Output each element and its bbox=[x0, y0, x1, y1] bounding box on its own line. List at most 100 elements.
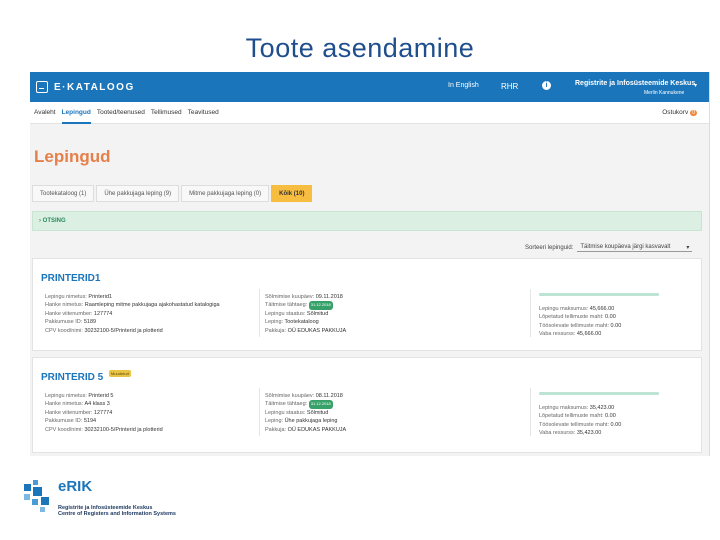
sort-row: Sorteeri lepinguid: Täitmise koupäeva jä… bbox=[525, 244, 693, 252]
tab-uhe-pakkujaga[interactable]: Ühe pakkujaga leping (9) bbox=[96, 185, 180, 202]
field-label: Lepingu maksumus: bbox=[539, 405, 589, 411]
organization-name[interactable]: Registrite ja Infosüsteemide Keskus bbox=[575, 80, 695, 87]
field-label: Vaba ressurss: bbox=[539, 430, 576, 437]
field-value: 30232100-5/Printerid ja plotterid bbox=[84, 426, 163, 433]
field-value: 30232100-5/Printerid ja plotterid bbox=[84, 327, 163, 334]
divider bbox=[530, 388, 531, 436]
field-label: CPV kood/nimi: bbox=[45, 426, 83, 433]
cart-link[interactable]: Ostukorv 0 bbox=[662, 109, 697, 116]
org-name-en: Centre of Registers and Information Syst… bbox=[58, 511, 176, 517]
field-value: 09.11.2018 bbox=[315, 294, 343, 300]
field-value: Printerid1 bbox=[88, 294, 112, 300]
field-value: 35,423.00 bbox=[589, 405, 615, 411]
field-label: Vaba ressurss: bbox=[539, 331, 576, 338]
field-value: 5189 bbox=[83, 319, 97, 326]
field-value: 0.00 bbox=[610, 421, 622, 428]
language-switch[interactable]: In English bbox=[448, 82, 479, 89]
modified-badge: Muudetud bbox=[109, 370, 131, 377]
tab-koik[interactable]: Kõik (10) bbox=[271, 185, 313, 202]
field-label: Pakkuja: bbox=[265, 327, 287, 334]
contract-name[interactable]: PRINTERID 5 bbox=[41, 372, 103, 383]
field-label: Lepingu staatus: bbox=[265, 409, 306, 416]
field-value: Sõlmitud bbox=[306, 310, 329, 317]
cart-count-badge: 0 bbox=[690, 110, 697, 116]
field-value: 0.00 bbox=[605, 314, 616, 321]
resource-progress-bar bbox=[539, 392, 659, 395]
field-value: 0.00 bbox=[610, 322, 622, 329]
field-label: Leping: bbox=[265, 418, 284, 425]
field-label: CPV kood/nimi: bbox=[45, 327, 83, 334]
field-label: Lepingu nimetus: bbox=[45, 294, 87, 300]
contract-tabs: Tootekataloog (1) Ühe pakkujaga leping (… bbox=[32, 185, 314, 202]
info-icon[interactable]: i bbox=[542, 81, 551, 90]
resource-progress-bar bbox=[539, 293, 659, 296]
contract-details: Lepingu nimetus: Printerid 5 Hanke nimet… bbox=[45, 392, 163, 434]
contract-amounts: Lepingu maksumus: 35,423.00 Lõpetatud te… bbox=[539, 404, 621, 438]
sort-select[interactable]: Täitmise koupäeva järgi kasvavalt ▾ bbox=[577, 244, 693, 252]
field-label: Töösolevate tellimuste maht: bbox=[539, 421, 610, 428]
field-value: 127774 bbox=[93, 310, 113, 317]
field-label: Hanke nimetus: bbox=[45, 302, 84, 309]
contract-name[interactable]: PRINTERID1 bbox=[41, 273, 100, 284]
tab-mitme-pakkujaga[interactable]: Mitme pakkujaga leping (0) bbox=[181, 185, 270, 202]
account-caret-icon[interactable]: ▾ bbox=[694, 82, 697, 89]
footer-branding: eRIK Registrite ja Infosüsteemide Keskus… bbox=[58, 478, 176, 517]
contract-details: Lepingu nimetus: Printerid1 Hanke nimetu… bbox=[45, 293, 220, 335]
field-label: Täitmise tähtaeg: bbox=[265, 302, 308, 309]
field-label: Pakkumuse ID: bbox=[45, 319, 83, 326]
sort-label: Sorteeri lepinguid: bbox=[525, 245, 574, 251]
ekataloog-logo[interactable]: E·KATALOOG bbox=[36, 81, 135, 93]
slide-title: Toote asendamine bbox=[245, 33, 475, 63]
user-name: Merlin Kannukene bbox=[644, 90, 685, 96]
contract-dates: Sõlmimise kuupäev: 08.11.2018 Täitmise t… bbox=[265, 392, 346, 434]
field-label: Hanke viitenumber: bbox=[45, 409, 93, 416]
field-label: Sõlmimise kuupäev: bbox=[265, 294, 315, 300]
divider bbox=[530, 289, 531, 337]
contract-amounts: Lepingu maksumus: 45,666.00 Lõpetatud te… bbox=[539, 305, 621, 339]
field-label: Leping: bbox=[265, 319, 284, 326]
nav-item-teavitused[interactable]: Teavitused bbox=[188, 102, 219, 124]
field-value: A4 klass 3 bbox=[84, 401, 110, 408]
catalog-logo-icon bbox=[36, 81, 48, 93]
field-label: Täitmise tähtaeg: bbox=[265, 401, 308, 408]
field-label: Lepingu nimetus: bbox=[45, 393, 87, 399]
cart-label: Ostukorv bbox=[662, 109, 689, 116]
field-value: OÜ EDUKAS PAKKUJA bbox=[287, 327, 347, 334]
field-value: OÜ EDUKAS PAKKUJA bbox=[287, 426, 347, 433]
search-toggle[interactable]: › OTSING bbox=[32, 211, 702, 231]
field-value: 0.00 bbox=[605, 413, 616, 420]
progress-fill bbox=[539, 293, 659, 296]
field-label: Lõpetatud tellimuste maht: bbox=[539, 413, 604, 420]
deadline-badge: 31.12.2018 bbox=[308, 400, 333, 409]
field-value: 127774 bbox=[93, 409, 113, 416]
field-label: Lepingu maksumus: bbox=[539, 306, 589, 312]
main-nav: Avaleht Lepingud Tooted/teenused Tellimu… bbox=[30, 102, 709, 124]
field-label: Hanke nimetus: bbox=[45, 401, 84, 408]
field-value: 5194 bbox=[83, 418, 97, 425]
chevron-down-icon: ▾ bbox=[686, 245, 690, 251]
field-value: 35,423.00 bbox=[576, 430, 602, 437]
contract-card[interactable]: PRINTERID 5 Muudetud Lepingu nimetus: Pr… bbox=[32, 357, 702, 453]
field-value: Sõlmitud bbox=[306, 409, 329, 416]
contract-card[interactable]: PRINTERID1 Lepingu nimetus: Printerid1 H… bbox=[32, 258, 702, 351]
field-label: Sõlmimise kuupäev: bbox=[265, 393, 315, 399]
rhr-link[interactable]: RHR bbox=[501, 82, 518, 91]
sort-value: Täitmise koupäeva järgi kasvavalt bbox=[580, 244, 671, 250]
field-label: Lepingu staatus: bbox=[265, 310, 306, 317]
nav-item-tooted[interactable]: Tooted/teenused bbox=[97, 102, 145, 124]
erik-logo-icon bbox=[24, 480, 49, 512]
erik-brand: eRIK bbox=[58, 478, 93, 495]
top-bar: E·KATALOOG In English RHR i Registrite j… bbox=[30, 72, 709, 102]
field-label: Pakkuja: bbox=[265, 426, 287, 433]
nav-item-avaleht[interactable]: Avaleht bbox=[34, 102, 56, 124]
field-label: Lõpetatud tellimuste maht: bbox=[539, 314, 604, 321]
page-heading: Lepingud bbox=[34, 147, 111, 166]
field-value: 45,666.00 bbox=[576, 331, 602, 338]
field-label: Hanke viitenumber: bbox=[45, 310, 93, 317]
app-screenshot: E·KATALOOG In English RHR i Registrite j… bbox=[30, 72, 710, 456]
divider bbox=[259, 388, 260, 436]
tab-tootekataloog[interactable]: Tootekataloog (1) bbox=[32, 185, 95, 202]
divider bbox=[259, 289, 260, 337]
nav-item-lepingud[interactable]: Lepingud bbox=[61, 102, 91, 124]
nav-item-tellimused[interactable]: Tellimused bbox=[151, 102, 182, 124]
